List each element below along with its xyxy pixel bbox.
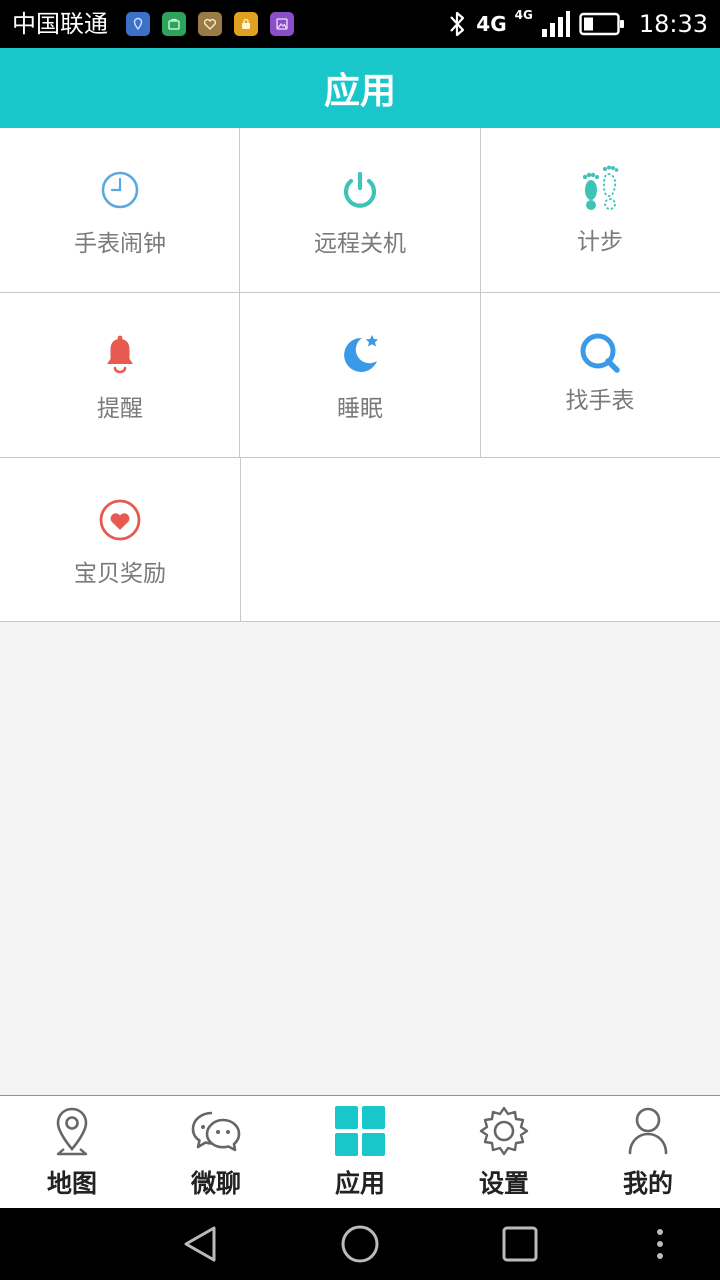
system-navigation-bar	[0, 1208, 720, 1280]
app-label: 睡眠	[337, 396, 383, 422]
app-tile-reminder[interactable]: 提醒	[0, 293, 240, 457]
nav-item-settings[interactable]: 设置	[432, 1096, 576, 1208]
app-tile-find-watch[interactable]: 找手表	[480, 293, 720, 457]
more-options-icon[interactable]	[640, 1224, 680, 1264]
grid-icon	[333, 1104, 387, 1158]
app-label: 手表闹钟	[74, 231, 166, 257]
app-label: 找手表	[565, 388, 635, 414]
briefcase-app-icon	[162, 12, 186, 36]
signal-icon	[541, 11, 570, 37]
nav-label: 设置	[478, 1169, 529, 1198]
moon-star-icon	[338, 333, 382, 377]
location-app-icon	[126, 12, 150, 36]
nav-label: 微聊	[190, 1169, 241, 1198]
network-type: 4G	[476, 12, 507, 36]
grid-divider	[239, 293, 240, 457]
app-tile-step-count[interactable]: 计步	[480, 128, 720, 292]
bell-icon	[98, 333, 142, 377]
system-icons: 4G 4G 18:33	[446, 6, 708, 42]
nav-item-mine[interactable]: 我的	[576, 1096, 720, 1208]
notification-icons	[126, 12, 294, 36]
nav-label: 应用	[334, 1169, 385, 1198]
gear-icon	[477, 1104, 531, 1158]
grid-divider	[239, 128, 240, 292]
clock-icon	[98, 168, 142, 212]
app-label: 计步	[577, 229, 623, 255]
app-tile-watch-alarm[interactable]: 手表闹钟	[0, 128, 240, 292]
chat-bubbles-icon	[189, 1104, 243, 1158]
grid-divider	[480, 128, 481, 292]
grid-divider	[0, 292, 720, 293]
nav-item-map[interactable]: 地图	[0, 1096, 144, 1208]
gallery-app-icon	[270, 12, 294, 36]
app-tile-baby-reward[interactable]: 宝贝奖励	[0, 458, 240, 622]
footprints-icon	[578, 164, 622, 216]
grid-divider	[240, 458, 241, 622]
health-app-icon	[198, 12, 222, 36]
carrier-name: 中国联通	[12, 10, 108, 38]
page-title: 应用	[323, 71, 396, 112]
nav-label: 地图	[46, 1169, 97, 1198]
power-icon	[338, 168, 382, 212]
app-label: 远程关机	[314, 231, 406, 257]
nav-label: 我的	[622, 1169, 673, 1198]
status-bar: 中国联通 4G 4G 18:33	[0, 0, 720, 48]
battery-icon	[579, 12, 624, 36]
lock-app-icon	[234, 12, 258, 36]
bottom-nav: 地图 微聊 应用 设置 我的	[0, 1095, 720, 1208]
app-label: 提醒	[97, 396, 143, 422]
heart-icon	[98, 498, 142, 542]
network-type-secondary: 4G	[514, 8, 533, 22]
map-pin-icon	[45, 1104, 99, 1158]
search-icon	[578, 331, 622, 375]
nav-item-chat[interactable]: 微聊	[144, 1096, 288, 1208]
app-label: 宝贝奖励	[74, 561, 166, 587]
recent-apps-icon[interactable]	[500, 1224, 540, 1264]
person-icon	[621, 1104, 675, 1158]
bluetooth-icon	[450, 11, 465, 37]
status-clock: 18:33	[638, 10, 708, 38]
grid-divider	[480, 293, 481, 457]
back-icon[interactable]	[180, 1224, 220, 1264]
nav-item-apps[interactable]: 应用	[288, 1096, 432, 1208]
grid-divider	[0, 457, 720, 458]
app-tile-sleep[interactable]: 睡眠	[240, 293, 480, 457]
app-grid: 手表闹钟 远程关机 计步 提醒 睡眠 找手表 宝贝奖励	[0, 128, 720, 622]
app-tile-remote-shutdown[interactable]: 远程关机	[240, 128, 480, 292]
home-icon[interactable]	[340, 1224, 380, 1264]
app-header: 应用	[0, 48, 720, 128]
